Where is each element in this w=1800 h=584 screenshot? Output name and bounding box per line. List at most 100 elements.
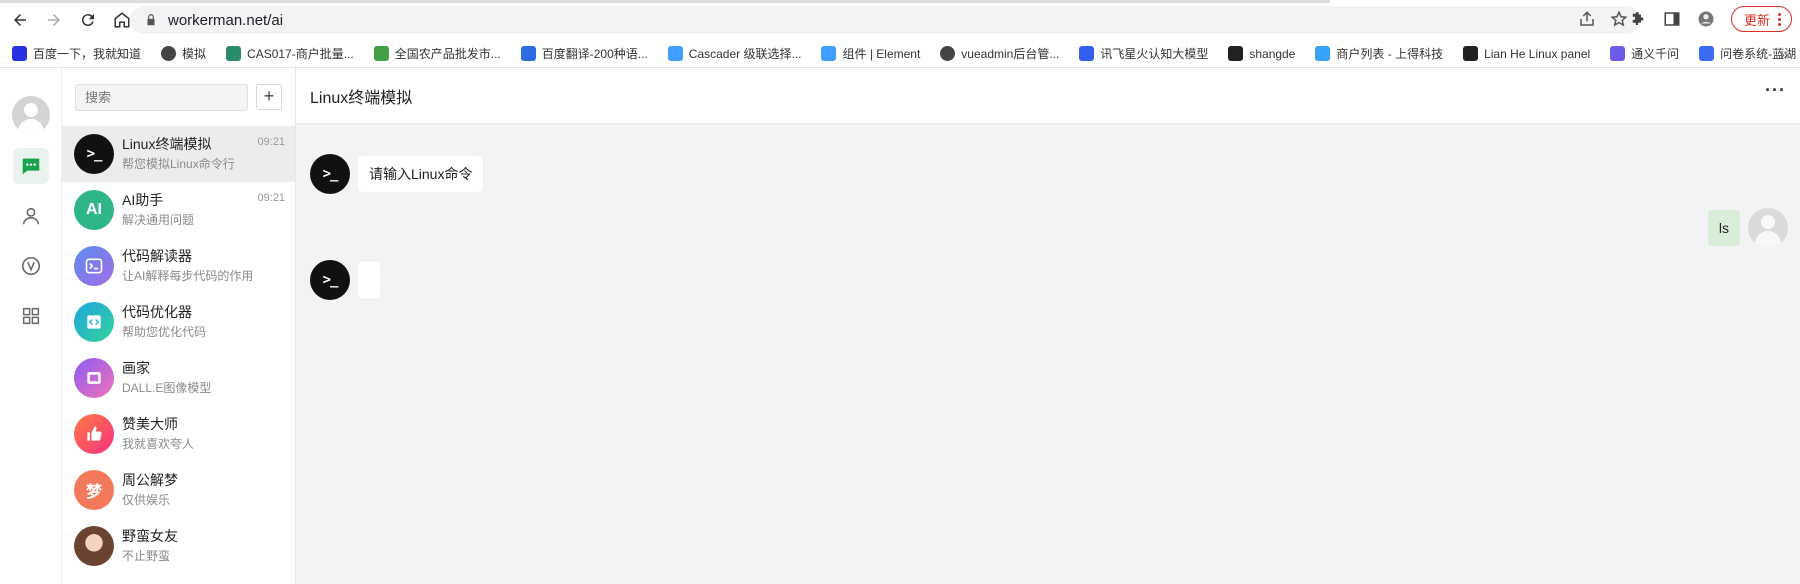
bookmark-item[interactable]: 模拟 [161, 45, 206, 62]
bookmark-item[interactable]: Cascader 级联选择... [667, 45, 802, 62]
conversation-item[interactable]: >_ Linux终端模拟 帮您模拟Linux命令行 09:21 [62, 126, 295, 182]
bookmark-item[interactable]: 百度一下，我就知道 [12, 45, 141, 62]
element-icon [667, 46, 683, 61]
conversation-item[interactable]: 代码解读器 让AI解释每步代码的作用 [62, 238, 295, 294]
rail-item-contacts[interactable] [13, 198, 49, 234]
conversation-text: 画家 DALL.E图像模型 [122, 359, 211, 397]
extensions-icon[interactable] [1629, 10, 1647, 28]
bookmark-item[interactable]: Lian He Linux panel [1463, 46, 1590, 61]
market-icon [373, 46, 389, 61]
bt-icon [1463, 46, 1479, 61]
conversation-subtitle: 我就喜欢夸人 [122, 437, 195, 451]
rail-item-chat[interactable] [12, 148, 49, 184]
girl-photo-icon [74, 526, 114, 566]
forward-button[interactable] [40, 6, 68, 34]
conversation-item[interactable]: AI AI助手解决通用问题 09:21 [62, 182, 295, 238]
bookmark-item[interactable]: 百度翻译-200种语... [520, 45, 648, 62]
rail-item-apps[interactable] [13, 298, 49, 334]
nav-rail [0, 68, 62, 584]
conversation-item[interactable]: 野蛮女友 不止野蛮 [62, 518, 295, 574]
chat-panel: Linux终端模拟 ··· >_ 请输入Linux命令 ls >_ [296, 68, 1800, 584]
shangde-icon [1315, 46, 1331, 61]
bookmark-label: CAS017-商户批量... [247, 47, 354, 61]
conversation-item[interactable]: 代码优化器 帮助您优化代码 [62, 294, 295, 350]
bookmark-label: 百度一下，我就知道 [33, 47, 142, 61]
reload-button[interactable] [74, 6, 102, 34]
bookmark-item[interactable]: 全国农产品批发市... [373, 45, 501, 62]
bookmark-item[interactable]: 讯飞星火认知大模型 [1079, 45, 1208, 62]
bookmark-item[interactable]: 通义千问 [1610, 45, 1679, 62]
painter-icon [74, 358, 114, 398]
spark-icon [1079, 46, 1095, 61]
message-bubble: 请输入Linux命令 [358, 156, 484, 192]
conversation-time: 09:21 [257, 136, 285, 148]
message-assistant: >_ 请输入Linux命令 [310, 154, 484, 194]
search-input[interactable] [75, 83, 248, 111]
bookmarks-bar: 百度一下，我就知道 模拟 CAS017-商户批量... 全国农产品批发市... 百度翻译… [0, 40, 1800, 68]
browser-actions: 更新 [1629, 6, 1792, 32]
rail-item-v[interactable] [13, 248, 49, 284]
lock-icon [147, 14, 155, 26]
dream-icon: 梦 [74, 470, 114, 510]
loading-bar [0, 0, 1330, 3]
kebab-menu-icon [1778, 12, 1781, 26]
add-conversation-button[interactable]: + [256, 84, 282, 110]
address-bar[interactable]: workerman.net/ai [130, 6, 1640, 34]
conversation-item[interactable]: 梦周公解梦 仅供娱乐 [62, 462, 295, 518]
conversation-title: 代码解读器 [122, 248, 192, 264]
my-avatar[interactable] [11, 96, 50, 134]
terminal-avatar-icon: >_ [310, 260, 350, 300]
conversation-item[interactable]: 画家 DALL.E图像模型 [62, 350, 295, 406]
ai-icon: AI [74, 190, 114, 230]
conversation-subtitle: 解决通用问题 [122, 213, 195, 227]
star-icon[interactable] [1610, 10, 1628, 28]
code-terminal-icon [74, 246, 114, 286]
bookmark-item[interactable]: 组件 | Element [821, 45, 920, 62]
side-panel-icon[interactable] [1663, 10, 1681, 28]
conversation-text: 野蛮女友 不止野蛮 [122, 527, 178, 565]
profile-icon[interactable] [1697, 10, 1715, 28]
message-bubble-empty [358, 262, 380, 298]
conversation-time: 09:21 [257, 192, 285, 204]
bookmark-item[interactable]: vueadmin后台管... [940, 45, 1059, 62]
user-avatar [1748, 208, 1788, 248]
code-icon [74, 302, 114, 342]
bookmarks-overflow-icon[interactable]: » [1780, 46, 1788, 62]
conversation-subtitle: 不止野蛮 [122, 549, 171, 563]
conversation-title: AI助手 [122, 192, 164, 208]
tongyi-icon [1610, 46, 1626, 61]
conversation-list: >_ Linux终端模拟 帮您模拟Linux命令行 09:21 AI AI助手 解决通用问题… [62, 126, 295, 574]
omnibox-actions [1578, 10, 1628, 28]
arrow-left-icon [14, 14, 26, 26]
message-bubble-user: ls [1707, 210, 1740, 246]
conversation-text: 代码优化器 帮助您优化代码 [122, 303, 206, 341]
conversation-text: 周公解梦 仅供娱乐 [122, 471, 178, 509]
more-options-button[interactable]: ··· [1765, 80, 1786, 101]
bookmark-label: 讯飞星火认知大模型 [1100, 47, 1209, 61]
chat-app: + >_ Linux终端模拟帮您模拟Linux命令行 09:21 AI AI助手解决通用… [0, 68, 1800, 584]
terminal-avatar-icon: >_ [310, 154, 350, 194]
bookmark-label: Cascader 级联选择... [688, 47, 802, 61]
chat-header: Linux终端模拟 ··· [296, 68, 1800, 124]
conversation-subtitle: 帮助您优化代码 [122, 325, 207, 339]
globe-icon [940, 46, 956, 61]
globe-icon [161, 46, 177, 61]
bookmark-item[interactable]: CAS017-商户批量... [226, 45, 354, 62]
bookmark-item[interactable]: shangde [1228, 46, 1295, 61]
baidu-paw-icon [12, 46, 27, 61]
conversation-list-panel: + >_Linux终端模拟帮您模拟Linux命令行09:21AIAI助手解决通用… [62, 68, 296, 584]
update-button[interactable]: 更新 [1730, 6, 1792, 32]
bookmark-item[interactable]: 商户列表 - 上得科技 [1315, 45, 1443, 62]
bookmark-label: Lian He Linux panel [1484, 46, 1591, 61]
conversation-subtitle: 帮您模拟Linux命令行 [122, 157, 235, 171]
bookmark-label: 模拟 [182, 47, 207, 61]
chat-title: Linux终端模拟 [310, 89, 413, 107]
bookmark-label: shangde [1249, 46, 1296, 61]
search-row: + [62, 68, 295, 126]
thumbs-up-icon [74, 414, 114, 454]
conversation-item[interactable]: 赞美大师 我就喜欢夸人 [62, 406, 295, 462]
message-assistant-pending: >_ [310, 260, 380, 300]
share-icon[interactable] [1578, 10, 1596, 28]
back-button[interactable] [6, 6, 34, 34]
reload-icon [81, 14, 94, 27]
